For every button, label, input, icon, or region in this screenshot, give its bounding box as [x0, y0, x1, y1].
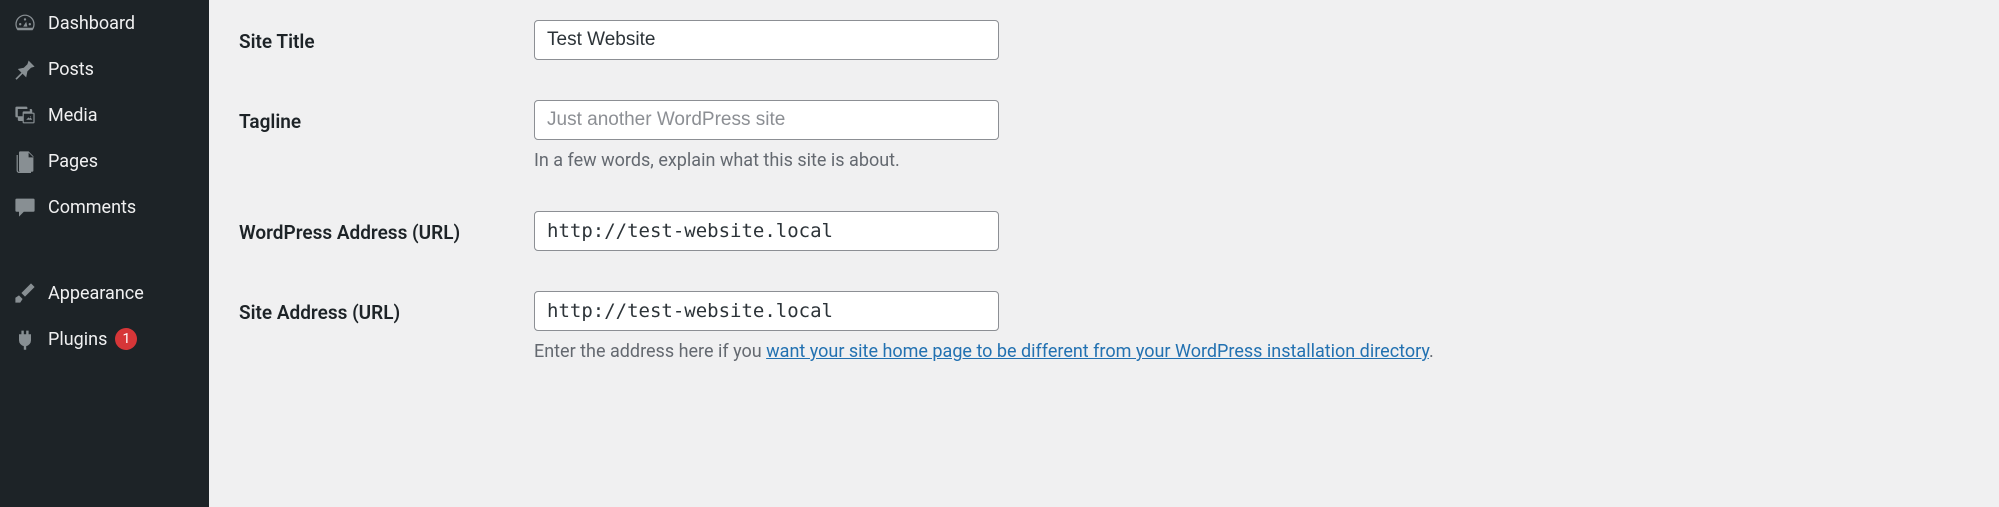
sidebar-item-label: Media: [48, 105, 98, 126]
label-tagline: Tagline: [239, 100, 534, 133]
field-site-title: [534, 20, 1969, 60]
plug-icon: [12, 326, 38, 352]
comment-icon: [12, 194, 38, 220]
media-icon: [12, 102, 38, 128]
sidebar-item-comments[interactable]: Comments: [0, 184, 209, 230]
tagline-input[interactable]: [534, 100, 999, 140]
site-address-help-text: Enter the address here if you want your …: [534, 341, 1969, 362]
sidebar-item-appearance[interactable]: Appearance: [0, 270, 209, 316]
site-address-help-link[interactable]: want your site home page to be different…: [766, 341, 1429, 362]
wp-address-input[interactable]: [534, 211, 999, 251]
sidebar-item-label: Pages: [48, 151, 98, 172]
admin-sidebar: Dashboard Posts Media Pages Comments App…: [0, 0, 209, 507]
brush-icon: [12, 280, 38, 306]
sidebar-item-posts[interactable]: Posts: [0, 46, 209, 92]
site-address-input[interactable]: [534, 291, 999, 331]
row-tagline: Tagline In a few words, explain what thi…: [239, 100, 1969, 171]
label-site-address: Site Address (URL): [239, 291, 534, 324]
row-site-address: Site Address (URL) Enter the address her…: [239, 291, 1969, 362]
sidebar-item-label: Comments: [48, 197, 136, 218]
field-tagline: In a few words, explain what this site i…: [534, 100, 1969, 171]
plugins-update-badge: 1: [115, 328, 137, 350]
sidebar-separator: [0, 230, 209, 270]
label-wp-address: WordPress Address (URL): [239, 211, 534, 244]
sidebar-item-label: Plugins: [48, 329, 107, 350]
dashboard-icon: [12, 10, 38, 36]
help-prefix: Enter the address here if you: [534, 341, 766, 362]
sidebar-item-plugins[interactable]: Plugins 1: [0, 316, 209, 362]
help-suffix: .: [1429, 341, 1434, 362]
pages-icon: [12, 148, 38, 174]
field-site-address: Enter the address here if you want your …: [534, 291, 1969, 362]
field-wp-address: [534, 211, 1969, 251]
label-site-title: Site Title: [239, 20, 534, 53]
settings-form: Site Title Tagline In a few words, expla…: [209, 0, 1999, 507]
row-site-title: Site Title: [239, 20, 1969, 60]
tagline-help-text: In a few words, explain what this site i…: [534, 150, 1969, 171]
sidebar-item-dashboard[interactable]: Dashboard: [0, 0, 209, 46]
sidebar-item-pages[interactable]: Pages: [0, 138, 209, 184]
site-title-input[interactable]: [534, 20, 999, 60]
sidebar-item-media[interactable]: Media: [0, 92, 209, 138]
sidebar-item-label: Posts: [48, 59, 94, 80]
row-wp-address: WordPress Address (URL): [239, 211, 1969, 251]
pin-icon: [12, 56, 38, 82]
sidebar-item-label: Appearance: [48, 283, 144, 304]
sidebar-item-label: Dashboard: [48, 13, 135, 34]
